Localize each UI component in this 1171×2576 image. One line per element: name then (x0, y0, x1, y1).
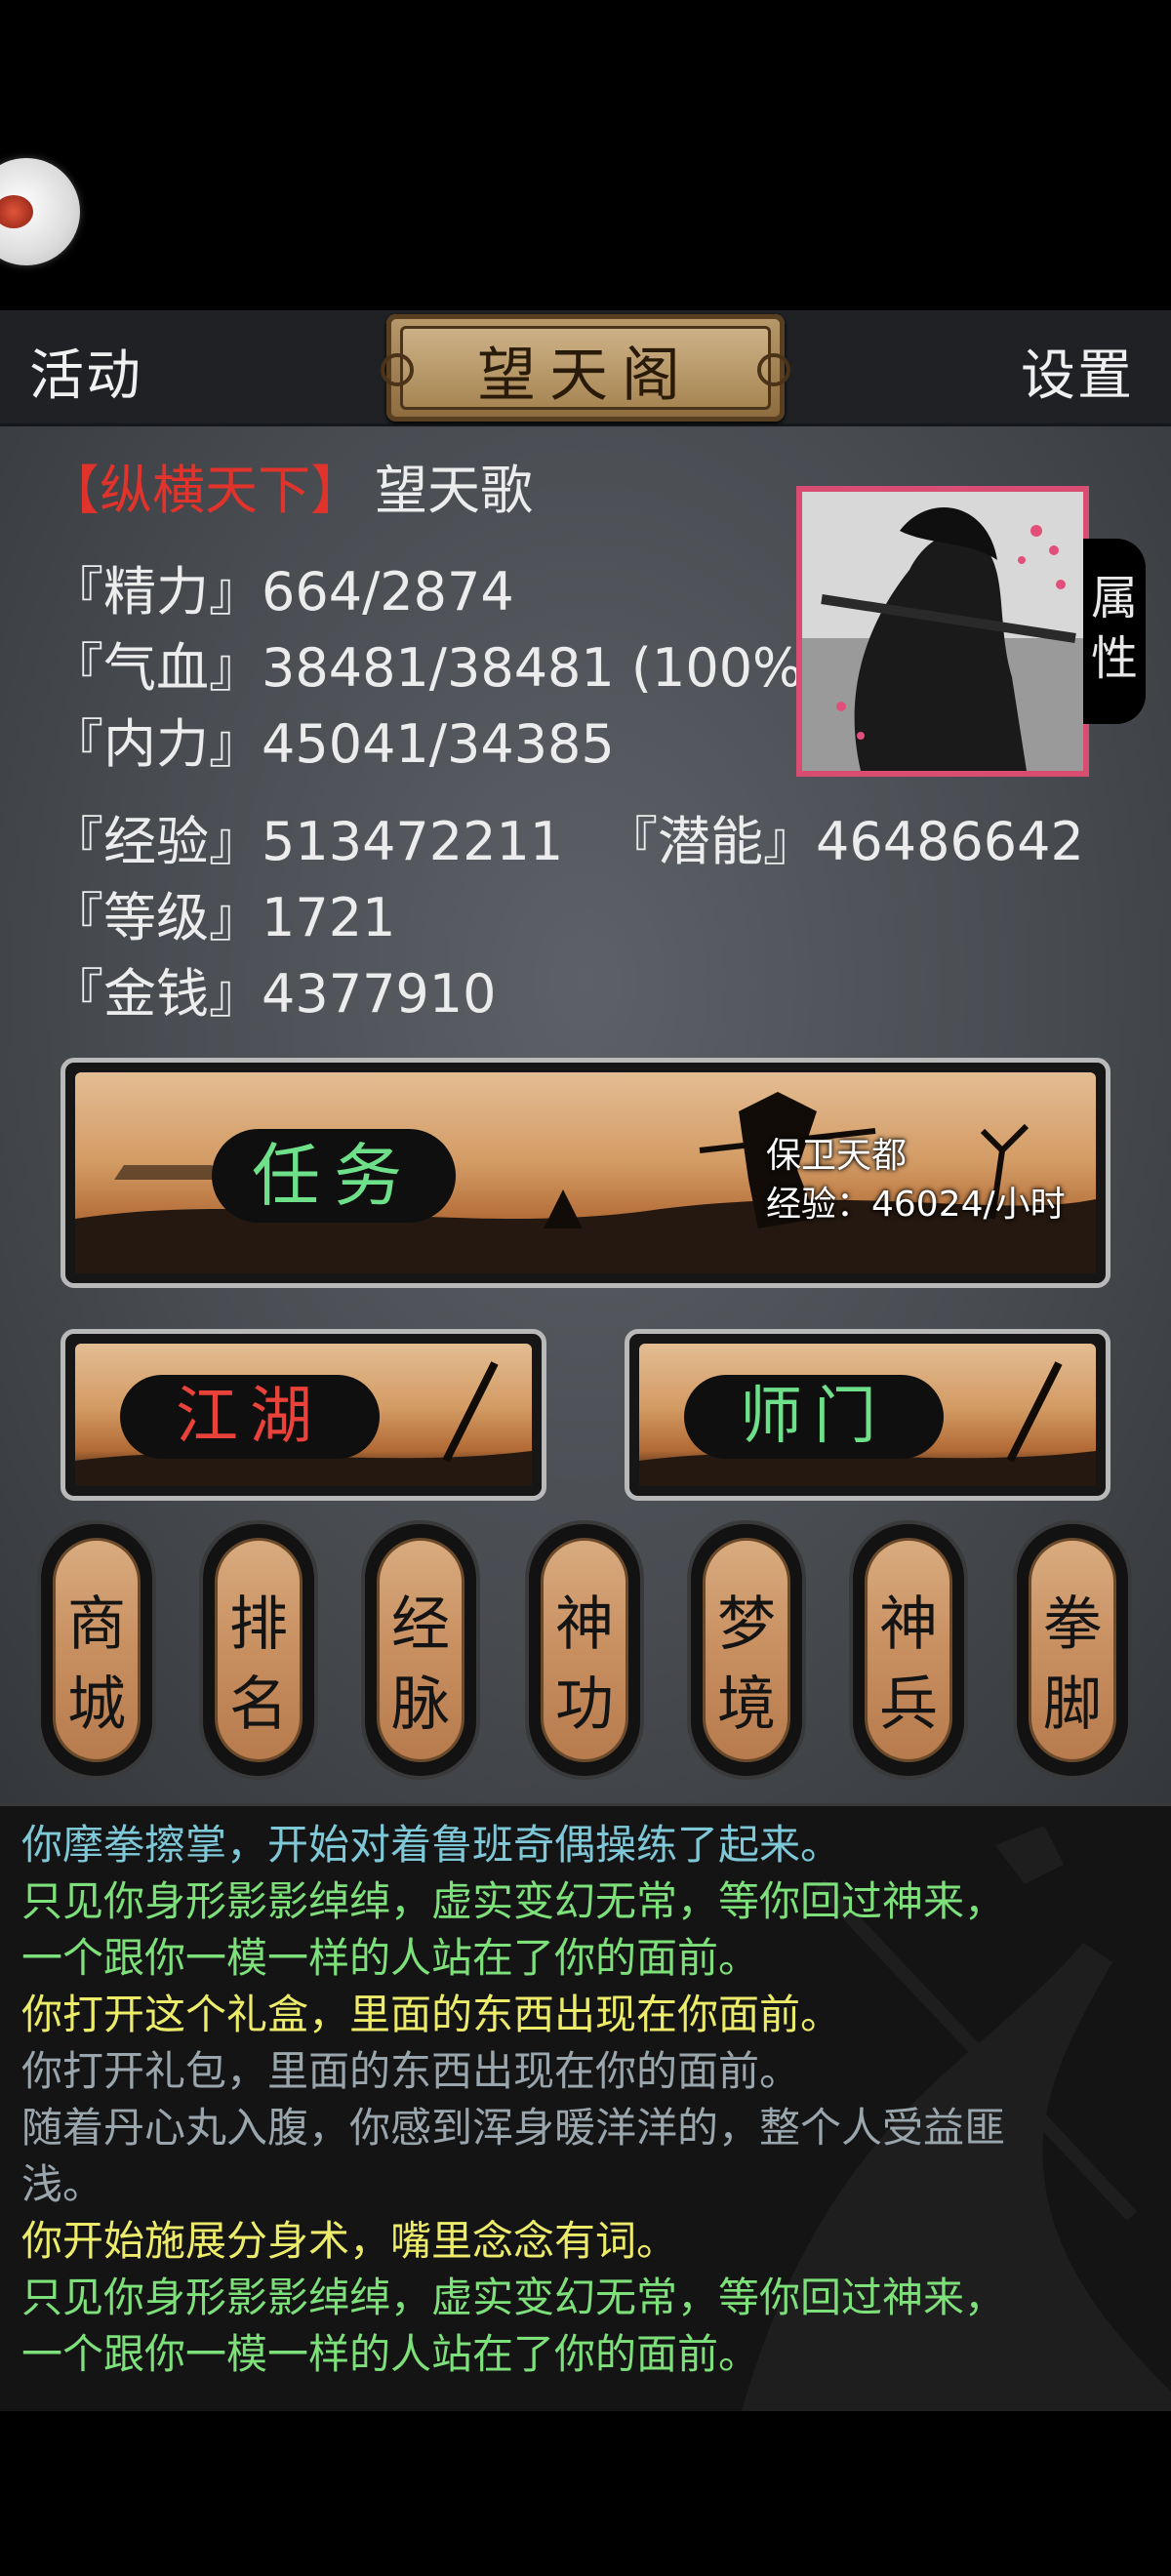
skill-char-top: 经 (391, 1590, 450, 1659)
attributes-button[interactable]: 属 性 (1083, 539, 1146, 724)
skill-char-top: 排 (229, 1590, 288, 1659)
skill-fist-button[interactable]: 拳 脚 (1017, 1524, 1128, 1776)
log-line: 你摩拳擦掌，开始对着鲁班奇偶操练了起来。 (21, 1821, 842, 1869)
skill-char-bottom: 名 (229, 1670, 288, 1739)
quest-banner[interactable]: 任务 保卫天都 经验：46024/小时 (61, 1058, 1110, 1288)
stat-potential: 『潜能』46486642 (605, 811, 1084, 872)
character-portrait[interactable] (796, 486, 1089, 777)
stat-level: 『等级』1721 (51, 887, 396, 948)
skill-char-bottom: 功 (555, 1670, 614, 1739)
log-line: 一个跟你一模一样的人站在了你的面前。 (21, 1934, 760, 1982)
skill-divine-art-button[interactable]: 神 功 (529, 1524, 640, 1776)
stat-money: 『金钱』4377910 (51, 963, 497, 1025)
shimen-banner[interactable]: 师门 (625, 1329, 1110, 1501)
skill-char-top: 神 (555, 1590, 614, 1659)
log-line: 你打开礼包，里面的东西出现在你的面前。 (21, 2047, 801, 2095)
settings-button[interactable]: 设置 (1021, 332, 1134, 411)
swordsman-portrait-art (802, 492, 1083, 771)
log-line: 浅。 (21, 2160, 104, 2208)
skill-char-bottom: 城 (67, 1670, 126, 1739)
skill-divine-weapon-button[interactable]: 神 兵 (853, 1524, 964, 1776)
attributes-label-2: 性 (1090, 631, 1138, 686)
log-line: 你打开这个礼盒，里面的东西出现在你面前。 (21, 1991, 842, 2038)
skill-char-bottom: 境 (717, 1670, 776, 1739)
skill-meridian-button[interactable]: 经 脉 (365, 1524, 476, 1776)
log-line: 随着丹心丸入腹，你感到浑身暖洋洋的，整个人受益匪 (21, 2104, 1006, 2152)
shimen-button[interactable]: 师门 (684, 1375, 944, 1459)
stat-hp: 『气血』38481/38481 (100%) (51, 637, 824, 699)
skill-char-top: 梦 (717, 1590, 776, 1659)
activity-button[interactable]: 活动 (29, 332, 142, 411)
quest-exp-rate: 经验：46024/小时 (766, 1185, 1066, 1225)
jianghu-button[interactable]: 江湖 (120, 1375, 380, 1459)
skill-char-bottom: 脚 (1043, 1670, 1102, 1739)
quest-name: 保卫天都 (766, 1136, 908, 1176)
quest-button[interactable]: 任务 (212, 1129, 456, 1223)
skill-dream-button[interactable]: 梦 境 (691, 1524, 802, 1776)
player-name: 望天歌 (375, 460, 533, 521)
skill-char-bottom: 脉 (391, 1670, 450, 1739)
gourd-icon (0, 195, 33, 228)
page-title: 望天阁 (477, 342, 694, 410)
skill-ranking-button[interactable]: 排 名 (203, 1524, 314, 1776)
skill-char-top: 拳 (1043, 1590, 1102, 1659)
title-plaque: 望天阁 (381, 314, 790, 422)
skill-shop-button[interactable]: 商 城 (41, 1524, 152, 1776)
player-faction: 【纵横天下】 (47, 460, 363, 521)
log-line: 你开始施展分身术，嘴里念念有词。 (21, 2217, 678, 2265)
stat-energy: 『精力』664/2874 (51, 561, 514, 623)
skill-char-top: 商 (67, 1590, 126, 1659)
stat-inner-power: 『内力』45041/34385 (51, 713, 615, 775)
skill-char-bottom: 兵 (879, 1670, 938, 1739)
floating-assistant-button[interactable] (0, 158, 80, 265)
log-line: 一个跟你一模一样的人站在了你的面前。 (21, 2330, 760, 2378)
stat-exp: 『经验』513472211 (51, 811, 564, 872)
skill-char-top: 神 (879, 1590, 938, 1659)
log-line: 只见你身形影影绰绰，虚实变幻无常，等你回过神来， (21, 1877, 1006, 1925)
log-line: 只见你身形影影绰绰，虚实变幻无常，等你回过神来， (21, 2274, 1006, 2321)
attributes-label-1: 属 (1090, 571, 1138, 625)
jianghu-banner[interactable]: 江湖 (61, 1329, 546, 1501)
message-log[interactable]: 你摩拳擦掌，开始对着鲁班奇偶操练了起来。 只见你身形影影绰绰，虚实变幻无常，等你… (0, 1803, 1171, 2411)
